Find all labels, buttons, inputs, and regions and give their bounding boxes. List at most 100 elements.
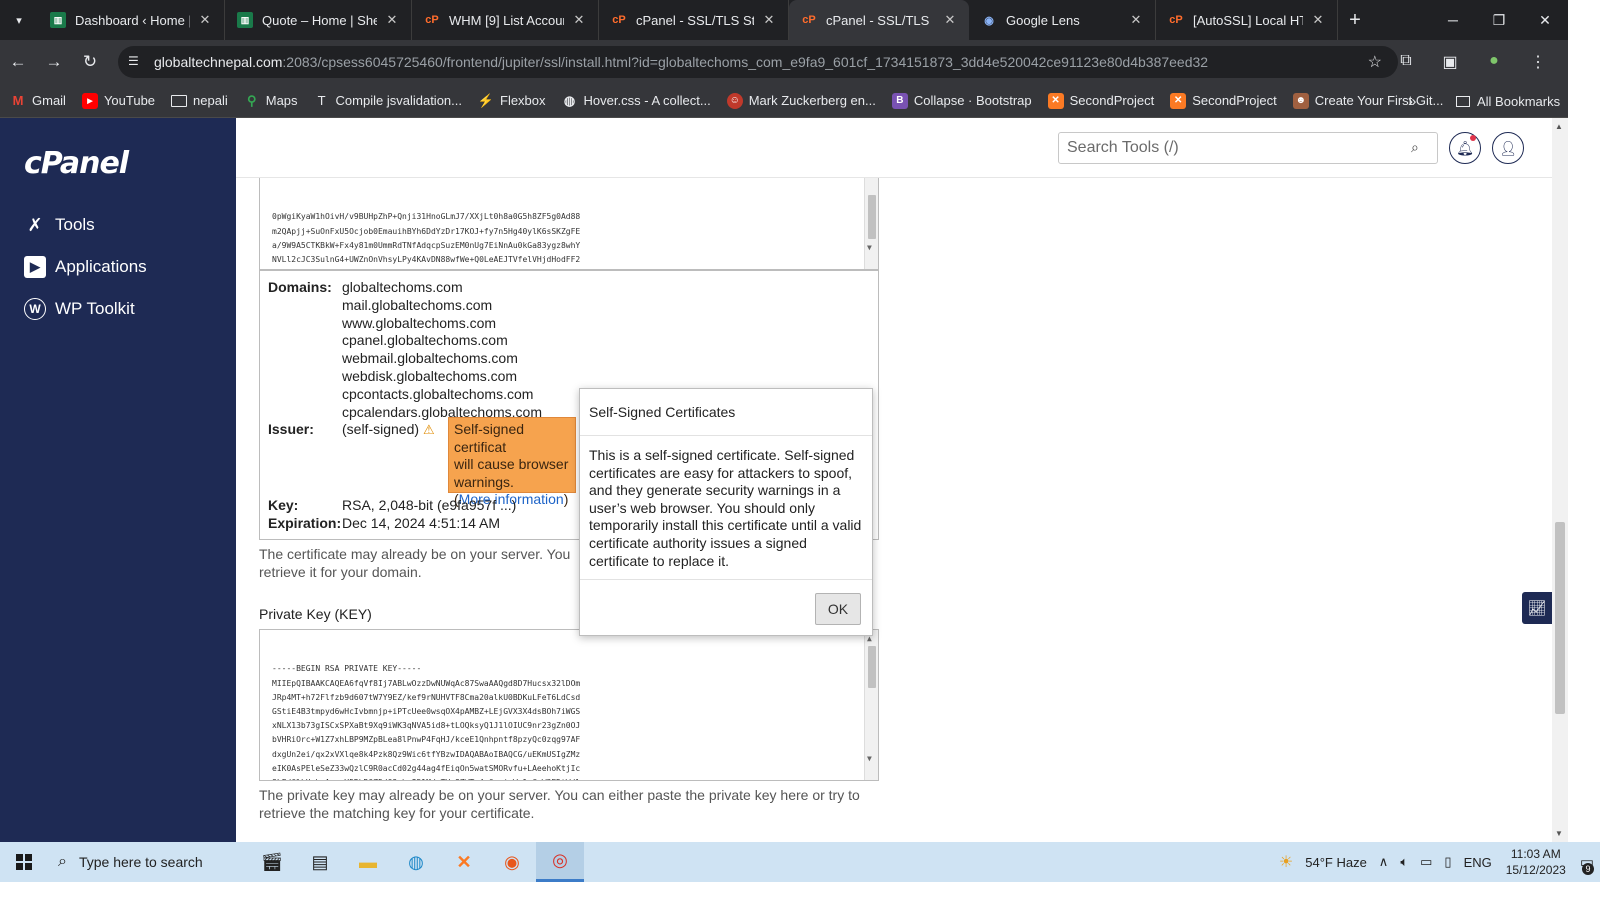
scroll-up-icon[interactable]: ▲ — [1555, 122, 1563, 131]
scroll-down-icon[interactable]: ▼ — [867, 241, 872, 255]
expiration-label: Expiration: — [268, 515, 342, 531]
reload-icon[interactable]: ↻ — [72, 52, 108, 72]
warning-icon[interactable]: ⚠ — [423, 422, 435, 437]
bookmark-zuckerberg[interactable]: ☺ Mark Zuckerberg en... — [726, 92, 876, 109]
volume-icon[interactable]: 🔈︎ — [1400, 854, 1408, 870]
minimize-icon[interactable]: ─ — [1430, 0, 1476, 40]
tools-icon: ✗ — [27, 214, 43, 235]
xampp-icon: ✕ — [1170, 92, 1187, 109]
tab-quote[interactable]: ▥ Quote – Home | Shera ✕ — [225, 0, 412, 40]
ok-button[interactable]: OK — [815, 593, 861, 625]
tab-ssl-tls[interactable]: cP cPanel - SSL/TLS ✕ — [789, 0, 969, 40]
bookmark-nepali[interactable]: nepali — [171, 93, 228, 108]
certificate-textarea[interactable]: 0pWgiKyaW1hOivH/v9BUHpZhP+Qnji31HnoGLmJ7… — [259, 176, 879, 270]
close-icon[interactable]: ✕ — [1309, 12, 1327, 28]
cpanel-header: Search Tools (/) ⌕ 🔔︎ 👤︎ — [236, 118, 1552, 178]
language-indicator[interactable]: ENG — [1464, 855, 1492, 870]
url-field[interactable]: ☰ globaltechnepal.com:2083/cpsess6045725… — [118, 46, 1398, 78]
close-icon[interactable]: ✕ — [760, 12, 778, 28]
task-view-icon[interactable]: ▤ — [296, 842, 344, 882]
tab-whm-list-accounts[interactable]: cP WHM [9] List Accounts ✕ — [412, 0, 599, 40]
key-label: Key: — [268, 497, 299, 513]
tab-search-menu-icon[interactable]: ▾ — [0, 0, 38, 40]
domain-item: www.globaltechoms.com — [342, 314, 497, 331]
notifications-button[interactable]: 🔔︎ — [1449, 132, 1481, 164]
network-icon[interactable]: ▭ — [1420, 854, 1432, 870]
back-icon[interactable]: ← — [0, 52, 36, 72]
gmail-icon: M — [12, 93, 24, 108]
sidebar-item-wp-toolkit[interactable]: W WP Toolkit — [24, 298, 135, 320]
private-key-textarea[interactable]: -----BEGIN RSA PRIVATE KEY----- MIIEpQIB… — [259, 629, 879, 781]
weather-text[interactable]: 54°F Haze — [1305, 855, 1367, 870]
chevron-up-icon[interactable]: ∧ — [1379, 854, 1389, 870]
taskbar-search[interactable]: ⌕ Type here to search — [48, 842, 248, 882]
scrollbar-thumb[interactable] — [1555, 522, 1565, 714]
cpanel-logo[interactable]: cPanel — [24, 146, 129, 181]
edge-icon[interactable]: ◍ — [392, 842, 440, 882]
close-icon[interactable]: ✕ — [196, 12, 214, 28]
bookmark-maps[interactable]: ⚲ Maps — [244, 93, 298, 109]
xampp-icon[interactable]: ✕ — [440, 842, 488, 882]
scrollbar-thumb[interactable] — [868, 195, 876, 239]
search-placeholder: Search Tools (/) — [1067, 139, 1179, 156]
textarea-scrollbar[interactable]: ▲ ▼ — [864, 630, 878, 780]
scrollbar-thumb[interactable] — [868, 646, 876, 688]
bookmark-gmail[interactable]: M Gmail — [10, 93, 66, 109]
tab-google-lens[interactable]: ◉ Google Lens ✕ — [969, 0, 1156, 40]
text-icon: T — [317, 93, 326, 108]
domains-list: globaltechoms.com mail.globaltechoms.com… — [342, 279, 542, 421]
browser-tab-strip: ▾ ▥ Dashboard ‹ Home | Sh ✕ ▥ Quote – Ho… — [0, 0, 1568, 40]
extensions-icon[interactable]: ⧉ — [1396, 52, 1416, 72]
search-icon[interactable]: ⌕ — [1411, 139, 1427, 155]
chrome-icon[interactable]: ◎ — [536, 842, 584, 882]
new-tab-button[interactable]: + — [1338, 9, 1372, 32]
bookmark-flexbox[interactable]: ⚡ Flexbox — [478, 93, 546, 109]
all-bookmarks[interactable]: All Bookmarks — [1456, 84, 1560, 118]
bookmark-bootstrap[interactable]: B Collapse · Bootstrap — [891, 92, 1032, 109]
notifications-icon[interactable]: ▭9 — [1580, 853, 1594, 875]
close-icon[interactable]: ✕ — [941, 12, 959, 28]
clock-date: 15/12/2023 — [1505, 863, 1566, 877]
firefox-icon[interactable]: ◉ — [488, 842, 536, 882]
sidebar-item-tools[interactable]: ✗ Tools — [24, 214, 94, 236]
bookmark-hovercss[interactable]: ◍ Hover.css - A collect... — [562, 93, 711, 109]
file-explorer-icon[interactable]: ▬ — [344, 842, 392, 882]
bookmark-youtube[interactable]: ▶ YouTube — [81, 92, 155, 109]
domain-item: mail.globaltechoms.com — [342, 296, 493, 313]
site-info-icon[interactable]: ☰ — [128, 54, 144, 70]
tab-autossl[interactable]: cP [AutoSSL] Local HTTP D ✕ — [1156, 0, 1338, 40]
tab-ssl-tls-status[interactable]: cP cPanel - SSL/TLS Status ✕ — [599, 0, 789, 40]
stats-chart-button[interactable]: 📈︎ — [1522, 592, 1552, 624]
page-scrollbar[interactable]: ▲ ▼ — [1552, 118, 1568, 842]
close-window-icon[interactable]: ✕ — [1522, 0, 1568, 40]
clock[interactable]: 11:03 AM 15/12/2023 — [1506, 846, 1566, 878]
bookmark-secondproject-2[interactable]: ✕ SecondProject — [1170, 92, 1277, 109]
scroll-down-icon[interactable]: ▼ — [1555, 829, 1563, 838]
scroll-down-icon[interactable]: ▼ — [867, 752, 872, 766]
user-menu-button[interactable]: 👤︎ — [1492, 132, 1524, 164]
domain-item: cpanel.globaltechoms.com — [342, 332, 508, 349]
close-icon[interactable]: ✕ — [1127, 12, 1145, 28]
bookmark-secondproject-1[interactable]: ✕ SecondProject — [1047, 92, 1154, 109]
bookmark-create-git[interactable]: ☻ Create Your First Git... — [1292, 92, 1444, 109]
windows-start-button[interactable] — [0, 842, 48, 882]
private-key-help-text: The private key may already be on your s… — [259, 787, 860, 822]
bookmark-compile[interactable]: T Compile jsvalidation... — [314, 93, 462, 109]
cpanel-icon: cP — [1169, 14, 1183, 26]
menu-kebab-icon[interactable]: ⋮ — [1528, 52, 1548, 72]
forward-icon[interactable]: → — [36, 52, 72, 72]
news-widget-icon[interactable]: 🎬︎ — [248, 842, 296, 882]
search-tools-input[interactable]: Search Tools (/) ⌕ — [1058, 132, 1438, 164]
textarea-scrollbar[interactable]: ▼ — [864, 177, 878, 269]
close-icon[interactable]: ✕ — [383, 12, 401, 28]
more-bookmarks-icon[interactable]: » — [1408, 84, 1416, 118]
profile-avatar-icon[interactable]: ● — [1484, 52, 1504, 72]
side-panel-icon[interactable]: ▣ — [1440, 52, 1460, 72]
battery-icon[interactable]: ▯ — [1444, 854, 1451, 870]
bookmark-star-icon[interactable]: ☆ — [1368, 52, 1382, 72]
sidebar-item-applications[interactable]: ▶ Applications — [24, 256, 147, 278]
close-icon[interactable]: ✕ — [570, 12, 588, 28]
tab-dashboard[interactable]: ▥ Dashboard ‹ Home | Sh ✕ — [38, 0, 225, 40]
bookmark-label: Create Your First Git... — [1314, 93, 1444, 108]
restore-icon[interactable]: ❐ — [1476, 0, 1522, 40]
